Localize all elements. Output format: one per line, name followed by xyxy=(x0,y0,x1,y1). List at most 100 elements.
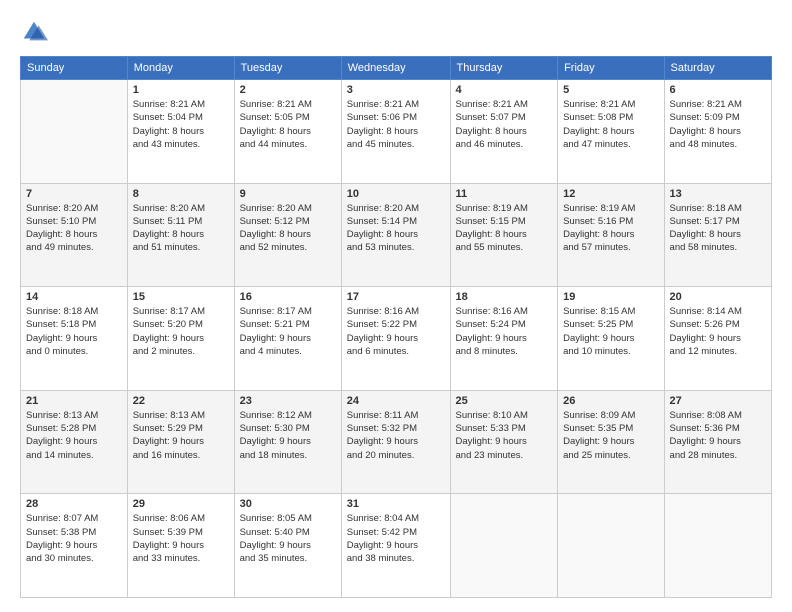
day-number: 25 xyxy=(456,395,553,407)
day-info: Sunrise: 8:18 AMSunset: 5:17 PMDaylight:… xyxy=(670,202,766,255)
day-cell: 8 Sunrise: 8:20 AMSunset: 5:11 PMDaylight… xyxy=(127,183,234,287)
day-cell: 9Sunrise: 8:20 AMSunset: 5:12 PMDaylight… xyxy=(234,183,341,287)
day-number: 18 xyxy=(456,291,553,303)
week-row-3: 14Sunrise: 8:18 AMSunset: 5:18 PMDayligh… xyxy=(21,287,772,391)
day-info: Sunrise: 8:19 AMSunset: 5:16 PMDaylight:… xyxy=(563,202,658,255)
day-number: 19 xyxy=(563,291,658,303)
day-info: Sunrise: 8:11 AMSunset: 5:32 PMDaylight:… xyxy=(347,409,445,462)
day-cell: 25 Sunrise: 8:10 AMSunset: 5:33 PMDayligh… xyxy=(450,390,558,494)
day-number: 6 xyxy=(670,84,766,96)
day-number: 28 xyxy=(26,498,122,510)
day-cell: 7 Sunrise: 8:20 AMSunset: 5:10 PMDaylight… xyxy=(21,183,128,287)
day-info: Sunrise: 8:21 AMSunset: 5:08 PMDaylight:… xyxy=(563,98,658,151)
day-info: Sunrise: 8:08 AMSunset: 5:36 PMDaylight:… xyxy=(670,409,766,462)
day-info: Sunrise: 8:21 AMSunset: 5:06 PMDaylight:… xyxy=(347,98,445,151)
day-number: 24 xyxy=(347,395,445,407)
day-info: Sunrise: 8:17 AMSunset: 5:21 PMDaylight:… xyxy=(240,305,336,358)
day-number: 30 xyxy=(240,498,336,510)
day-cell: 13 Sunrise: 8:18 AMSunset: 5:17 PMDayligh… xyxy=(664,183,771,287)
day-info: Sunrise: 8:20 AMSunset: 5:11 PMDaylight:… xyxy=(133,202,229,255)
day-cell: 18 Sunrise: 8:16 AMSunset: 5:24 PMDayligh… xyxy=(450,287,558,391)
day-number: 7 xyxy=(26,188,122,200)
day-info: Sunrise: 8:05 AMSunset: 5:40 PMDaylight:… xyxy=(240,512,336,565)
day-number: 31 xyxy=(347,498,445,510)
day-info: Sunrise: 8:20 AMSunset: 5:10 PMDaylight:… xyxy=(26,202,122,255)
day-cell: 22 Sunrise: 8:13 AMSunset: 5:29 PMDayligh… xyxy=(127,390,234,494)
day-number: 17 xyxy=(347,291,445,303)
day-info: Sunrise: 8:21 AMSunset: 5:05 PMDaylight:… xyxy=(240,98,336,151)
day-cell: 5 Sunrise: 8:21 AMSunset: 5:08 PMDaylight… xyxy=(558,80,664,184)
day-info: Sunrise: 8:10 AMSunset: 5:33 PMDaylight:… xyxy=(456,409,553,462)
day-number: 26 xyxy=(563,395,658,407)
day-info: Sunrise: 8:07 AMSunset: 5:38 PMDaylight:… xyxy=(26,512,122,565)
day-cell xyxy=(21,80,128,184)
day-cell: 6 Sunrise: 8:21 AMSunset: 5:09 PMDaylight… xyxy=(664,80,771,184)
day-cell: 28 Sunrise: 8:07 AMSunset: 5:38 PMDayligh… xyxy=(21,494,128,598)
day-cell: 27 Sunrise: 8:08 AMSunset: 5:36 PMDayligh… xyxy=(664,390,771,494)
column-header-friday: Friday xyxy=(558,57,664,80)
day-cell: 29 Sunrise: 8:06 AMSunset: 5:39 PMDayligh… xyxy=(127,494,234,598)
day-cell: 16 Sunrise: 8:17 AMSunset: 5:21 PMDayligh… xyxy=(234,287,341,391)
day-cell: 19 Sunrise: 8:15 AMSunset: 5:25 PMDayligh… xyxy=(558,287,664,391)
day-cell: 23Sunrise: 8:12 AMSunset: 5:30 PMDayligh… xyxy=(234,390,341,494)
day-cell: 2 Sunrise: 8:21 AMSunset: 5:05 PMDaylight… xyxy=(234,80,341,184)
day-info: Sunrise: 8:21 AMSunset: 5:09 PMDaylight:… xyxy=(670,98,766,151)
column-header-wednesday: Wednesday xyxy=(341,57,450,80)
day-cell: 24 Sunrise: 8:11 AMSunset: 5:32 PMDayligh… xyxy=(341,390,450,494)
day-number: 20 xyxy=(670,291,766,303)
day-info: Sunrise: 8:13 AMSunset: 5:28 PMDaylight:… xyxy=(26,409,122,462)
day-number: 10 xyxy=(347,188,445,200)
day-number: 22 xyxy=(133,395,229,407)
day-cell xyxy=(664,494,771,598)
day-cell xyxy=(558,494,664,598)
day-info: Sunrise: 8:14 AMSunset: 5:26 PMDaylight:… xyxy=(670,305,766,358)
day-cell: 1 Sunrise: 8:21 AMSunset: 5:04 PMDaylight… xyxy=(127,80,234,184)
day-number: 2 xyxy=(240,84,336,96)
day-info: Sunrise: 8:16 AMSunset: 5:24 PMDaylight:… xyxy=(456,305,553,358)
day-number: 12 xyxy=(563,188,658,200)
day-info: Sunrise: 8:13 AMSunset: 5:29 PMDaylight:… xyxy=(133,409,229,462)
day-cell: 14Sunrise: 8:18 AMSunset: 5:18 PMDayligh… xyxy=(21,287,128,391)
day-cell: 12 Sunrise: 8:19 AMSunset: 5:16 PMDayligh… xyxy=(558,183,664,287)
week-row-5: 28 Sunrise: 8:07 AMSunset: 5:38 PMDayligh… xyxy=(21,494,772,598)
logo-icon xyxy=(20,18,48,46)
column-header-saturday: Saturday xyxy=(664,57,771,80)
day-info: Sunrise: 8:06 AMSunset: 5:39 PMDaylight:… xyxy=(133,512,229,565)
day-cell: 30 Sunrise: 8:05 AMSunset: 5:40 PMDayligh… xyxy=(234,494,341,598)
day-cell xyxy=(450,494,558,598)
day-info: Sunrise: 8:17 AMSunset: 5:20 PMDaylight:… xyxy=(133,305,229,358)
column-header-sunday: Sunday xyxy=(21,57,128,80)
day-info: Sunrise: 8:21 AMSunset: 5:04 PMDaylight:… xyxy=(133,98,229,151)
day-number: 1 xyxy=(133,84,229,96)
day-number: 11 xyxy=(456,188,553,200)
calendar-header-row: SundayMondayTuesdayWednesdayThursdayFrid… xyxy=(21,57,772,80)
column-header-thursday: Thursday xyxy=(450,57,558,80)
day-cell: 31 Sunrise: 8:04 AMSunset: 5:42 PMDayligh… xyxy=(341,494,450,598)
day-number: 5 xyxy=(563,84,658,96)
day-number: 13 xyxy=(670,188,766,200)
calendar: SundayMondayTuesdayWednesdayThursdayFrid… xyxy=(20,56,772,598)
day-number: 8 xyxy=(133,188,229,200)
day-cell: 17 Sunrise: 8:16 AMSunset: 5:22 PMDayligh… xyxy=(341,287,450,391)
day-info: Sunrise: 8:21 AMSunset: 5:07 PMDaylight:… xyxy=(456,98,553,151)
day-number: 27 xyxy=(670,395,766,407)
day-cell: 21 Sunrise: 8:13 AMSunset: 5:28 PMDayligh… xyxy=(21,390,128,494)
day-cell: 26Sunrise: 8:09 AMSunset: 5:35 PMDayligh… xyxy=(558,390,664,494)
day-number: 16 xyxy=(240,291,336,303)
day-number: 23 xyxy=(240,395,336,407)
logo xyxy=(20,18,52,46)
day-number: 21 xyxy=(26,395,122,407)
column-header-tuesday: Tuesday xyxy=(234,57,341,80)
day-info: Sunrise: 8:18 AMSunset: 5:18 PMDaylight:… xyxy=(26,305,122,358)
week-row-4: 21 Sunrise: 8:13 AMSunset: 5:28 PMDayligh… xyxy=(21,390,772,494)
day-info: Sunrise: 8:16 AMSunset: 5:22 PMDaylight:… xyxy=(347,305,445,358)
day-info: Sunrise: 8:04 AMSunset: 5:42 PMDaylight:… xyxy=(347,512,445,565)
day-number: 3 xyxy=(347,84,445,96)
day-cell: 10 Sunrise: 8:20 AMSunset: 5:14 PMDayligh… xyxy=(341,183,450,287)
day-info: Sunrise: 8:15 AMSunset: 5:25 PMDaylight:… xyxy=(563,305,658,358)
day-info: Sunrise: 8:20 AMSunset: 5:14 PMDaylight:… xyxy=(347,202,445,255)
day-number: 29 xyxy=(133,498,229,510)
day-cell: 4Sunrise: 8:21 AMSunset: 5:07 PMDaylight… xyxy=(450,80,558,184)
header xyxy=(20,18,772,46)
day-number: 9 xyxy=(240,188,336,200)
